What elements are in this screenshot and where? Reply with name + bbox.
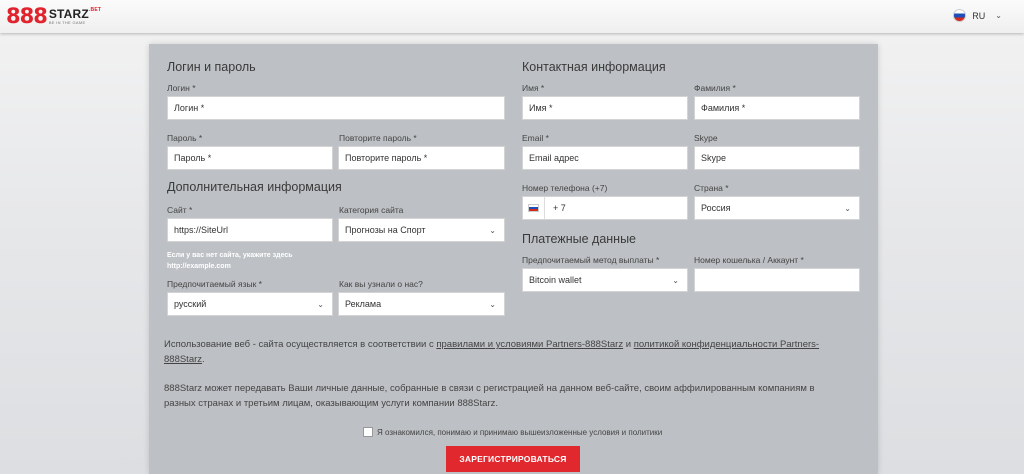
phone-country-flag[interactable] [523,197,545,219]
chevron-down-icon: ⌄ [489,300,496,309]
site-value: https://SiteUrl [174,225,229,235]
language-value: русский [174,299,207,309]
logo[interactable]: 888 STARZ.BET BE IN THE GAME [6,4,101,28]
first-name-label: Имя * [522,83,545,93]
source-select[interactable]: Реклама ⌄ [338,292,505,316]
payment-section-title: Платежные данные [522,232,637,246]
chevron-down-icon: ⌄ [317,300,324,309]
language-label: Предпочитаемый язык * [167,279,262,289]
chevron-down-icon: ⌄ [489,226,496,235]
rules-link[interactable]: правилами и условиями Partners-888Starz [436,339,623,350]
privacy-link-continued[interactable]: 888Starz [164,354,202,365]
source-value: Реклама [345,299,382,309]
agree-checkbox[interactable] [363,427,373,437]
privacy-link[interactable]: политикой конфиденциальности Partners- [634,339,819,350]
language-selector[interactable]: RU ⌄ [953,9,1002,22]
additional-section-title: Дополнительная информация [167,180,342,194]
phone-value: + 7 [553,203,566,213]
skype-label: Skype [694,133,718,143]
data-sharing-line1: 888Starz может передавать Ваши личные да… [164,383,815,394]
last-name-label: Фамилия * [694,83,736,93]
password-label: Пароль * [167,133,203,143]
logo-tagline: BE IN THE GAME [48,19,86,25]
repeat-password-input[interactable]: Повторите пароль * [338,146,505,170]
repeat-password-placeholder: Повторите пароль * [345,153,428,163]
no-site-note-line2: http://example.com [167,263,231,270]
chevron-down-icon: ⌄ [995,11,1002,20]
country-label: Страна * [694,183,729,193]
payment-method-select[interactable]: Bitcoin wallet ⌄ [522,268,688,292]
email-label: Email * [522,133,549,143]
payment-method-value: Bitcoin wallet [529,275,582,285]
skype-input[interactable]: Skype [694,146,860,170]
no-site-note-line1: Если у вас нет сайта, укажите здесь [167,252,293,259]
skype-placeholder: Skype [701,153,727,163]
no-site-note: Если у вас нет сайта, укажите здесь http… [167,250,293,272]
logo-name-text: STARZ [48,6,89,21]
country-value: Россия [701,203,731,213]
registration-form: Логин и пароль Логин * Логин * Пароль * … [149,44,878,474]
repeat-password-label: Повторите пароль * [339,133,417,143]
payment-method-label: Предпочитаемый метод выплаты * [522,255,660,265]
site-category-label: Категория сайта [339,205,404,215]
last-name-input[interactable]: Фамилия * [694,96,860,120]
terms-period: . [202,354,205,365]
password-placeholder: Пароль * [174,153,212,163]
register-button[interactable]: ЗАРЕГИСТРИРОВАТЬСЯ [446,446,580,472]
wallet-input[interactable] [694,268,860,292]
russia-flag-icon [953,9,967,22]
language-select[interactable]: русский ⌄ [167,292,333,316]
chevron-down-icon: ⌄ [672,276,679,285]
contact-section-title: Контактная информация [522,60,666,74]
terms-paragraph: Использование веб - сайта осуществляется… [164,337,864,367]
last-name-placeholder: Фамилия * [701,103,746,113]
site-category-value: Прогнозы на Спорт [345,225,426,235]
data-sharing-paragraph: 888Starz может передавать Ваши личные да… [164,381,864,411]
terms-prefix: Использование веб - сайта осуществляется… [164,339,437,350]
phone-label: Номер телефона (+7) [522,183,608,193]
logo-text: STARZ.BET BE IN THE GAME [48,6,102,25]
top-bar: 888 STARZ.BET BE IN THE GAME RU ⌄ [0,0,1024,33]
agree-label: Я ознакомился, понимаю и принимаю вышеиз… [377,428,663,437]
chevron-down-icon: ⌄ [844,204,851,213]
login-label: Логин * [167,83,196,93]
source-label: Как вы узнали о нас? [339,279,423,289]
password-input[interactable]: Пароль * [167,146,333,170]
logo-suffix: .BET [88,6,102,13]
logo-name: STARZ.BET [48,6,102,21]
site-label: Сайт * [167,205,193,215]
login-input[interactable]: Логин * [167,96,505,120]
email-placeholder: Email адрес [529,153,579,163]
email-input[interactable]: Email адрес [522,146,688,170]
wallet-label: Номер кошелька / Аккаунт * [694,255,804,265]
language-code: RU [972,10,986,21]
terms-and: и [623,339,634,350]
russia-flag-icon [528,204,539,212]
logo-number: 888 [6,4,48,28]
country-select[interactable]: Россия ⌄ [694,196,860,220]
phone-input[interactable]: + 7 [522,196,688,220]
site-category-select[interactable]: Прогнозы на Спорт ⌄ [338,218,505,242]
first-name-placeholder: Имя * [529,103,553,113]
first-name-input[interactable]: Имя * [522,96,688,120]
data-sharing-line2: разных странах и третьим лицам, оказываю… [164,398,498,409]
login-placeholder: Логин * [174,103,205,113]
site-input[interactable]: https://SiteUrl [167,218,333,242]
login-section-title: Логин и пароль [167,60,256,74]
